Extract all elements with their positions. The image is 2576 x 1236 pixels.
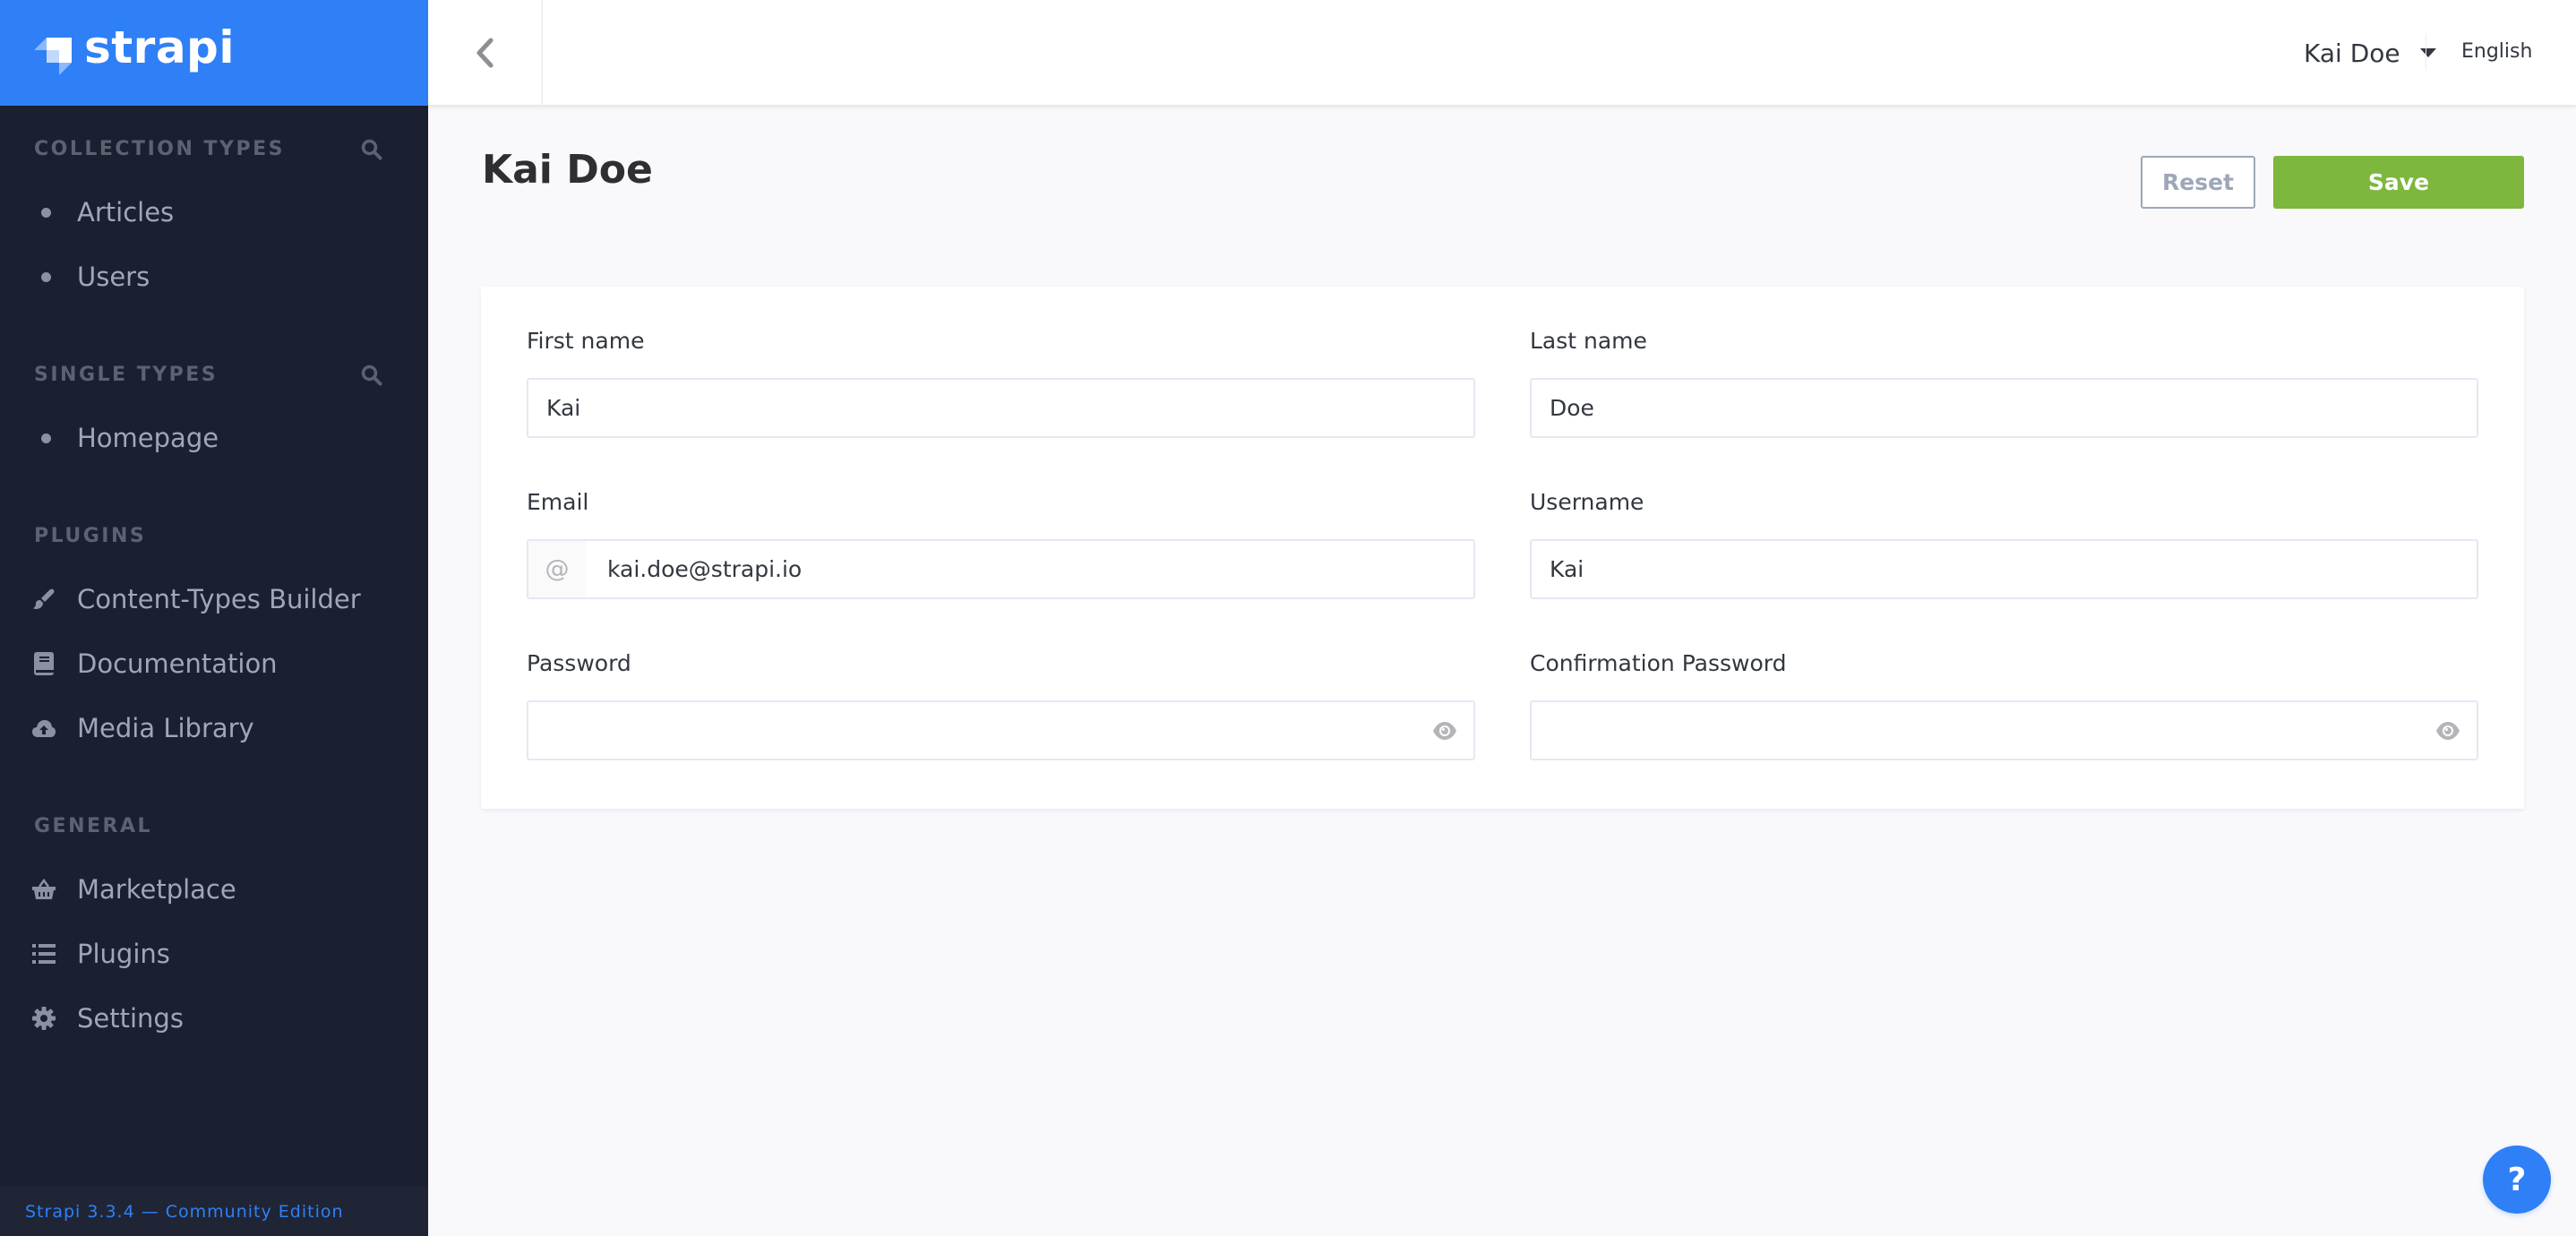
user-menu-dropdown[interactable]: Kai Doe xyxy=(2304,34,2436,72)
bullet-icon xyxy=(41,271,51,282)
search-icon[interactable] xyxy=(360,138,383,161)
question-mark-icon: ? xyxy=(2507,1161,2527,1198)
first-name-label: First name xyxy=(527,328,645,354)
list-icon xyxy=(31,941,56,966)
sidebar-item-label: Plugins xyxy=(77,939,170,969)
email-label: Email xyxy=(527,489,589,515)
sidebar-item-homepage[interactable]: Homepage xyxy=(0,411,428,465)
page-title: Kai Doe xyxy=(482,147,653,193)
email-input[interactable] xyxy=(586,541,1473,597)
back-button[interactable] xyxy=(428,0,543,106)
sidebar-item-marketplace[interactable]: Marketplace xyxy=(0,863,428,916)
book-icon xyxy=(31,651,56,676)
password-label: Password xyxy=(527,650,631,676)
chevron-left-icon xyxy=(477,38,494,68)
search-icon[interactable] xyxy=(360,364,383,387)
brand-header[interactable]: strapi xyxy=(0,0,428,106)
strapi-logo-icon xyxy=(34,38,72,75)
sidebar-item-users[interactable]: Users xyxy=(0,250,428,304)
sidebar-item-label: Homepage xyxy=(77,423,219,453)
email-field[interactable]: @ xyxy=(527,539,1475,599)
sidebar-item-content-types-builder[interactable]: Content-Types Builder xyxy=(0,572,428,626)
confirm-password-label: Confirmation Password xyxy=(1530,650,1787,676)
version-footer: Strapi 3.3.4 — Community Edition xyxy=(0,1187,428,1236)
section-title-collection-types: Collection Types xyxy=(34,138,285,160)
first-name-input[interactable] xyxy=(528,380,1473,436)
language-selector[interactable]: English xyxy=(2461,40,2532,63)
last-name-input[interactable] xyxy=(1532,380,2477,436)
sidebar-item-label: Settings xyxy=(77,1003,184,1034)
sidebar-item-media-library[interactable]: Media Library xyxy=(0,701,428,755)
first-name-field[interactable] xyxy=(527,378,1475,438)
sidebar-item-plugins[interactable]: Plugins xyxy=(0,927,428,981)
help-button[interactable]: ? xyxy=(2483,1146,2551,1214)
sidebar-item-label: Marketplace xyxy=(77,874,236,905)
confirm-password-input[interactable] xyxy=(1532,702,2477,759)
save-button[interactable]: Save xyxy=(2273,156,2524,209)
username-field[interactable] xyxy=(1530,539,2478,599)
eye-icon[interactable] xyxy=(1432,720,1457,742)
profile-form-card: First name Last name Email @ Username Pa… xyxy=(481,287,2524,809)
sidebar: strapi Collection Types Articles Users S… xyxy=(0,0,428,1236)
sidebar-item-label: Media Library xyxy=(77,713,254,743)
bullet-icon xyxy=(41,207,51,218)
sidebar-item-articles[interactable]: Articles xyxy=(0,185,428,239)
brand-name: strapi xyxy=(84,21,235,73)
section-title-plugins: Plugins xyxy=(34,525,147,547)
eye-icon[interactable] xyxy=(2435,720,2460,742)
sidebar-item-label: Users xyxy=(77,262,150,292)
version-text: Strapi 3.3.4 — Community Edition xyxy=(25,1202,344,1222)
paint-brush-icon xyxy=(31,587,56,612)
gear-icon xyxy=(31,1006,56,1031)
sidebar-item-documentation[interactable]: Documentation xyxy=(0,637,428,691)
last-name-field[interactable] xyxy=(1530,378,2478,438)
username-label: Username xyxy=(1530,489,1644,515)
top-bar: Kai Doe English xyxy=(428,0,2576,106)
sidebar-item-label: Content-Types Builder xyxy=(77,584,361,614)
reset-button[interactable]: Reset xyxy=(2141,156,2255,209)
confirm-password-field[interactable] xyxy=(1530,700,2478,760)
shopping-basket-icon xyxy=(31,877,56,902)
bullet-icon xyxy=(41,433,51,443)
password-input[interactable] xyxy=(528,702,1473,759)
user-name: Kai Doe xyxy=(2304,38,2400,68)
at-icon: @ xyxy=(528,541,586,597)
password-field[interactable] xyxy=(527,700,1475,760)
cloud-upload-icon xyxy=(31,716,56,741)
sidebar-item-settings[interactable]: Settings xyxy=(0,991,428,1045)
caret-down-icon xyxy=(2419,48,2436,57)
sidebar-item-label: Documentation xyxy=(77,648,278,679)
sidebar-item-label: Articles xyxy=(77,197,175,227)
section-title-general: General xyxy=(34,815,153,837)
section-title-single-types: Single Types xyxy=(34,364,219,386)
last-name-label: Last name xyxy=(1530,328,1647,354)
username-input[interactable] xyxy=(1532,541,2477,597)
